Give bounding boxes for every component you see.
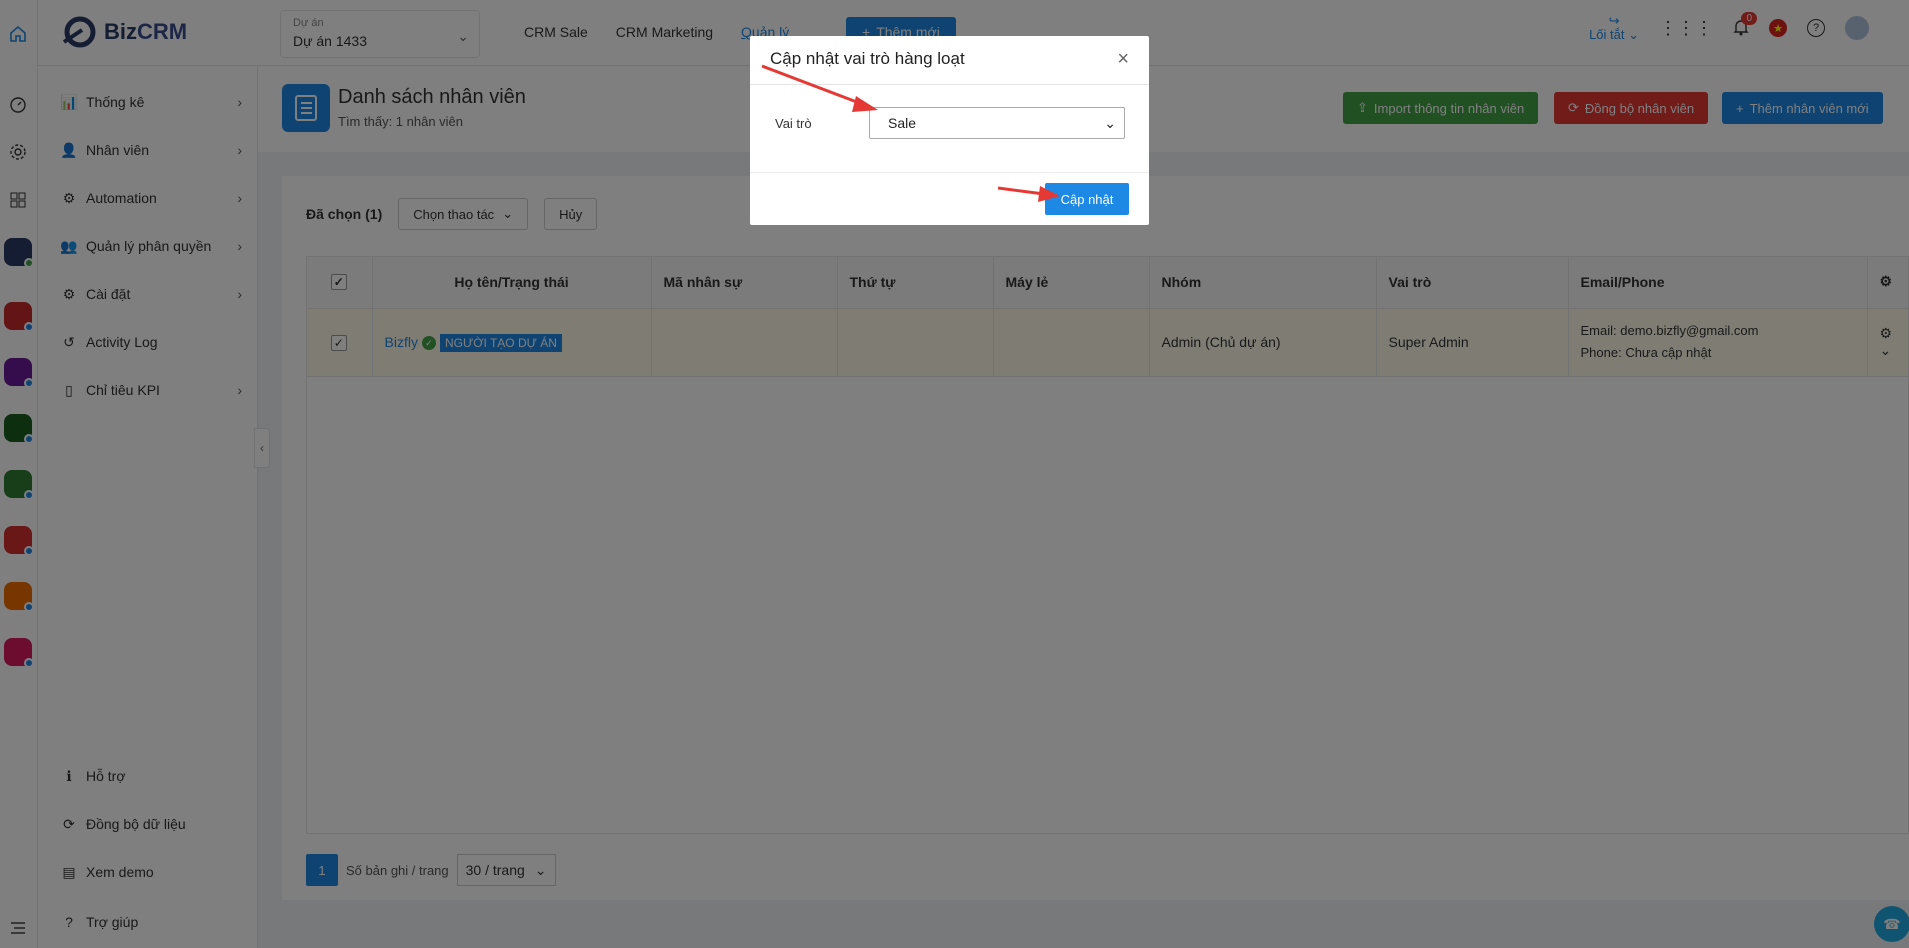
update-button[interactable]: Cập nhật — [1045, 183, 1129, 215]
chevron-down-icon: ⌄ — [1104, 114, 1116, 131]
role-label: Vai trò — [775, 116, 812, 131]
close-icon[interactable]: × — [1117, 48, 1129, 71]
modal-header: Cập nhật vai trò hàng loạt × — [750, 36, 1149, 85]
bulk-role-modal: Cập nhật vai trò hàng loạt × Vai trò Sal… — [750, 36, 1149, 225]
modal-body: Vai trò Sale ⌄ — [750, 85, 1149, 173]
modal-title: Cập nhật vai trò hàng loạt — [770, 49, 965, 68]
role-select[interactable]: Sale ⌄ — [869, 107, 1125, 139]
